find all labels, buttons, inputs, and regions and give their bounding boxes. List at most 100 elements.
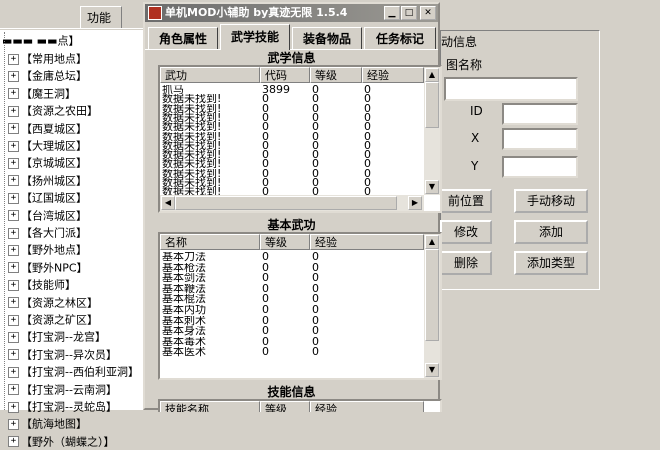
- hscroll-thumb[interactable]: [175, 196, 397, 210]
- table-row[interactable]: 基本刺术 0 0: [160, 316, 424, 327]
- table-row[interactable]: 数据未找到! 0 0 0: [160, 159, 424, 168]
- expand-icon[interactable]: +: [8, 53, 19, 65]
- expand-icon[interactable]: +: [8, 384, 19, 396]
- y-field[interactable]: [502, 156, 578, 178]
- tree-item[interactable]: + 【金庸总坛】: [8, 67, 87, 84]
- table-row[interactable]: 基本医术 0 0: [160, 347, 424, 358]
- expand-icon[interactable]: +: [8, 401, 19, 413]
- tree-item[interactable]: + 【各大门派】: [8, 224, 87, 241]
- table-row[interactable]: 基本刀法 0 0: [160, 252, 424, 263]
- table-row[interactable]: 数据未找到! 0 0 0: [160, 132, 424, 141]
- expand-icon[interactable]: +: [8, 140, 19, 152]
- expand-icon[interactable]: +: [8, 210, 19, 222]
- tree-item[interactable]: + 【台湾城区】: [8, 207, 87, 224]
- table-row[interactable]: 抓马 3899 0 0: [160, 85, 424, 94]
- tree-item[interactable]: + 【辽国城区】: [8, 189, 87, 206]
- table-row[interactable]: 数据未找到! 0 0 0: [160, 141, 424, 150]
- tab-1[interactable]: 武学技能: [220, 24, 290, 50]
- tree-item[interactable]: + 【野外地点】: [8, 241, 87, 258]
- expand-icon[interactable]: +: [8, 349, 19, 361]
- expand-icon[interactable]: +: [8, 366, 19, 378]
- scroll-down-icon[interactable]: ▼: [425, 363, 439, 377]
- add-button[interactable]: 添加: [514, 220, 588, 244]
- column-header[interactable]: 经验: [310, 401, 424, 412]
- expand-icon[interactable]: +: [8, 88, 19, 100]
- table-row[interactable]: 基本身法 0 0: [160, 326, 424, 337]
- add-type-button[interactable]: 添加类型: [514, 251, 588, 275]
- expand-icon[interactable]: +: [8, 123, 19, 135]
- tree-item[interactable]: + 【魔王洞】: [8, 85, 76, 102]
- tree-item[interactable]: + 【野外（蝴蝶之）】: [8, 433, 115, 450]
- expand-icon[interactable]: +: [8, 192, 19, 204]
- tab-3[interactable]: 任务标记: [364, 27, 436, 49]
- expand-icon[interactable]: +: [8, 418, 19, 430]
- tree-item[interactable]: + 【常用地点】: [8, 50, 87, 67]
- table-row[interactable]: 基本内功 0 0: [160, 305, 424, 316]
- scroll-thumb[interactable]: [425, 82, 439, 128]
- minimize-button[interactable]: ▁: [384, 6, 400, 20]
- expand-icon[interactable]: +: [8, 297, 19, 309]
- expand-icon[interactable]: +: [8, 314, 19, 326]
- skills-grid[interactable]: 技能名称 等级 经验: [158, 399, 442, 412]
- maximize-button[interactable]: □: [401, 6, 417, 20]
- expand-icon[interactable]: +: [8, 331, 19, 343]
- tree-item[interactable]: + 【打宝洞--灵蛇岛】: [8, 398, 117, 415]
- map-name-field[interactable]: [444, 77, 578, 101]
- tree-item[interactable]: + 【打宝洞--异次员】: [8, 346, 117, 363]
- table-row[interactable]: 基本毒术 0 0: [160, 337, 424, 348]
- tree-item[interactable]: + 【资源之矿区】: [8, 311, 98, 328]
- expand-icon[interactable]: +: [8, 175, 19, 187]
- tree-item[interactable]: + 【资源之林区】: [8, 294, 98, 311]
- table-row[interactable]: 数据未找到! 0 0 0: [160, 178, 424, 187]
- tree-item[interactable]: + 【大理城区】: [8, 137, 87, 154]
- table-row[interactable]: 基本枪法 0 0: [160, 263, 424, 274]
- location-tree[interactable]: ▬▬▬ ▬▬点】 + 【常用地点】 + 【金庸总坛】 + 【魔王洞】 + 【资源之农田】 + 【西…: [0, 30, 148, 448]
- column-header[interactable]: 经验: [310, 234, 424, 250]
- delete-button[interactable]: 删除: [440, 251, 492, 275]
- tab-function[interactable]: 功能: [80, 6, 122, 28]
- tree-item[interactable]: + 【航海地图】: [8, 415, 87, 432]
- column-header[interactable]: 经验: [362, 67, 424, 83]
- column-header[interactable]: 等级: [260, 234, 310, 250]
- table-row[interactable]: 基本棍法 0 0: [160, 294, 424, 305]
- basic-grid[interactable]: 名称 等级 经验 基本刀法 0 0 基本枪法 0 0 基本剑法 0 0 基本鞭法 0 0 基本棍法 0 0 基本内…: [158, 232, 442, 380]
- x-field[interactable]: [502, 128, 578, 150]
- column-header[interactable]: 名称: [160, 234, 260, 250]
- martial-vscroll[interactable]: ▲ ▼: [424, 67, 440, 195]
- martial-hscroll[interactable]: ◀ ▶: [160, 195, 424, 211]
- table-row[interactable]: 数据未找到! 0 0 0: [160, 104, 424, 113]
- tree-item[interactable]: + 【打宝洞--龙宫】: [8, 328, 106, 345]
- scroll-up-icon[interactable]: ▲: [425, 68, 439, 82]
- martial-grid[interactable]: 武功 代码 等级 经验 抓马 3899 0 0 数据未找到! 0 0 0 数据未找到! 0 0 0 数据未找到…: [158, 65, 442, 213]
- tab-2[interactable]: 装备物品: [292, 27, 362, 49]
- expand-icon[interactable]: +: [8, 262, 19, 274]
- scroll-left-icon[interactable]: ◀: [161, 196, 175, 210]
- tree-item[interactable]: + 【打宝洞--云南洞】: [8, 381, 117, 398]
- scroll-down-icon[interactable]: ▼: [425, 180, 439, 194]
- table-row[interactable]: 基本鞭法 0 0: [160, 284, 424, 295]
- table-row[interactable]: 数据未找到! 0 0 0: [160, 169, 424, 178]
- scroll-thumb[interactable]: [425, 249, 439, 341]
- expand-icon[interactable]: +: [8, 244, 19, 256]
- column-header[interactable]: 技能名称: [160, 401, 260, 412]
- column-header[interactable]: 代码: [260, 67, 310, 83]
- scroll-right-icon[interactable]: ▶: [408, 196, 422, 210]
- column-header[interactable]: 等级: [260, 401, 310, 412]
- expand-icon[interactable]: +: [8, 436, 19, 448]
- tree-item[interactable]: + 【技能师】: [8, 276, 76, 293]
- table-row[interactable]: 数据未找到! 0 0 0: [160, 150, 424, 159]
- column-header[interactable]: 等级: [310, 67, 362, 83]
- tree-item[interactable]: + 【京城城区】: [8, 154, 87, 171]
- modify-button[interactable]: 修改: [440, 220, 492, 244]
- basic-vscroll[interactable]: ▲ ▼: [424, 234, 440, 378]
- table-row[interactable]: 数据未找到! 0 0 0: [160, 94, 424, 103]
- tree-item[interactable]: + 【西夏城区】: [8, 120, 87, 137]
- expand-icon[interactable]: +: [8, 105, 19, 117]
- manual-move-button[interactable]: 手动移动: [514, 189, 588, 213]
- tab-0[interactable]: 角色属性: [148, 27, 218, 49]
- scroll-up-icon[interactable]: ▲: [425, 235, 439, 249]
- close-button[interactable]: ✕: [420, 6, 436, 20]
- tree-item[interactable]: + 【野外NPC】: [8, 259, 88, 276]
- tree-item[interactable]: + 【资源之农田】: [8, 102, 98, 119]
- tree-item-top[interactable]: ▬▬▬ ▬▬点】: [2, 32, 79, 49]
